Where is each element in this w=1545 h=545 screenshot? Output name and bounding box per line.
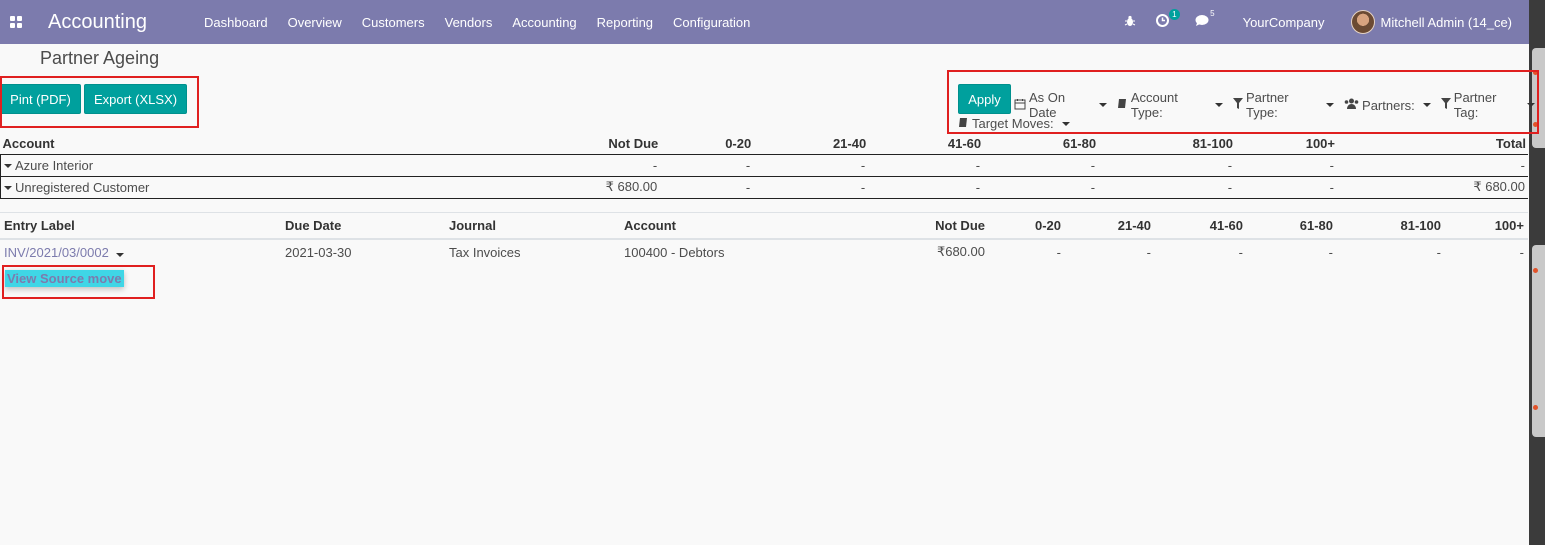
col-entry-label: Entry Label — [0, 212, 281, 240]
cell-0-20: - — [660, 153, 754, 177]
company-switcher[interactable]: YourCompany — [1243, 15, 1325, 30]
col-61-80: 61-80 — [1247, 212, 1337, 240]
col-0-20: 0-20 — [989, 212, 1065, 240]
partner-summary-table: Account Not Due 0-20 21-40 41-60 61-80 8… — [0, 134, 1528, 199]
app-brand[interactable]: Accounting — [48, 11, 147, 34]
top-navbar: Accounting Dashboard Overview Customers … — [0, 0, 1530, 44]
cell-21-40: - — [753, 175, 869, 199]
col-journal: Journal — [445, 212, 620, 240]
user-avatar — [1350, 10, 1375, 34]
menu-accounting[interactable]: Accounting — [512, 15, 576, 30]
highlight-box-view-source — [2, 265, 155, 299]
cell-due-date: 2021-03-30 — [285, 244, 352, 260]
cell-41-60: - — [1238, 244, 1243, 260]
highlight-box-export — [0, 76, 199, 128]
partner-name: Unregistered Customer — [15, 179, 150, 195]
cell-not-due: ₹680.00 — [936, 244, 985, 259]
cell-not-due: - — [560, 153, 661, 177]
cell-100-plus: - — [1235, 153, 1338, 177]
menu-overview[interactable]: Overview — [288, 15, 342, 30]
col-81-100: 81-100 — [1192, 136, 1234, 152]
col-81-100: 81-100 — [1337, 212, 1445, 240]
cell-81-100: - — [1436, 244, 1441, 260]
cell-21-40: - — [1146, 244, 1151, 260]
cell-61-80: - — [983, 153, 1099, 177]
col-61-80: 61-80 — [1062, 136, 1097, 152]
col-not-due: Not Due — [608, 136, 659, 152]
col-21-40: 21-40 — [1065, 212, 1155, 240]
menu-configuration[interactable]: Configuration — [673, 15, 750, 30]
cell-100-plus: - — [1235, 175, 1338, 199]
side-dot — [1533, 405, 1538, 410]
col-21-40: 21-40 — [832, 136, 867, 152]
user-name: Mitchell Admin (14_ce) — [1380, 14, 1513, 30]
cell-not-due: ₹ 680.00 — [560, 175, 661, 199]
col-not-due: Not Due — [815, 212, 989, 240]
col-0-20: 0-20 — [725, 136, 752, 152]
col-100-plus: 100+ — [1445, 212, 1528, 240]
cell-total: - — [1337, 153, 1528, 177]
caret-down-icon[interactable] — [4, 186, 12, 191]
cell-100-plus: - — [1519, 244, 1524, 260]
col-total: Total — [1495, 136, 1526, 152]
debug-bug-icon[interactable] — [1124, 14, 1136, 30]
col-41-60: 41-60 — [947, 136, 982, 152]
cell-41-60: - — [868, 175, 984, 199]
cell-61-80: - — [1328, 244, 1333, 260]
col-account: Account — [620, 212, 815, 240]
cell-61-80: - — [983, 175, 1099, 199]
activity-count-badge: 1 — [1169, 9, 1180, 20]
menu-customers[interactable]: Customers — [362, 15, 425, 30]
cell-account: 100400 - Debtors — [624, 244, 725, 260]
entry-detail-table: Entry Label Due Date Journal Account Not… — [0, 212, 1528, 265]
caret-down-icon[interactable] — [4, 164, 12, 169]
highlight-box-filters — [947, 70, 1539, 134]
cell-81-100: - — [1098, 175, 1236, 199]
entry-label-link[interactable]: INV/2021/03/0002 — [4, 245, 109, 260]
cell-81-100: - — [1098, 153, 1236, 177]
col-due-date: Due Date — [281, 212, 445, 240]
cell-21-40: - — [753, 153, 869, 177]
side-dot — [1533, 268, 1538, 273]
caret-down-icon[interactable] — [115, 252, 124, 257]
menu-vendors[interactable]: Vendors — [445, 15, 493, 30]
cell-0-20: - — [660, 175, 754, 199]
user-menu[interactable]: Mitchell Admin (14_ce) — [1350, 10, 1513, 34]
cell-0-20: - — [1056, 244, 1061, 260]
summary-row[interactable]: Unregistered Customer ₹ 680.00 - - - - -… — [0, 175, 1528, 199]
col-100-plus: 100+ — [1305, 136, 1336, 152]
col-41-60: 41-60 — [1155, 212, 1247, 240]
menu-reporting[interactable]: Reporting — [597, 15, 653, 30]
main-menu: Dashboard Overview Customers Vendors Acc… — [204, 15, 770, 30]
messages-count-badge: 5 — [1210, 9, 1215, 18]
page-title: Partner Ageing — [40, 48, 160, 68]
activity-clock-icon[interactable]: 1 — [1155, 9, 1180, 30]
partner-name: Azure Interior — [15, 157, 94, 173]
col-account: Account — [2, 136, 55, 152]
navbar-systray: 1 5 YourCompany Mitchell Admin (14_ce) — [1124, 0, 1530, 44]
cell-41-60: - — [868, 153, 984, 177]
messages-chat-icon[interactable]: 5 — [1195, 9, 1215, 30]
menu-dashboard[interactable]: Dashboard — [204, 15, 268, 30]
cell-total: ₹ 680.00 — [1337, 175, 1528, 199]
cell-journal: Tax Invoices — [449, 244, 521, 260]
summary-row[interactable]: Azure Interior - - - - - - - - — [0, 153, 1528, 177]
entry-row: INV/2021/03/0002 2021-03-30 Tax Invoices… — [0, 239, 1528, 265]
apps-menu-icon[interactable] — [0, 0, 32, 44]
